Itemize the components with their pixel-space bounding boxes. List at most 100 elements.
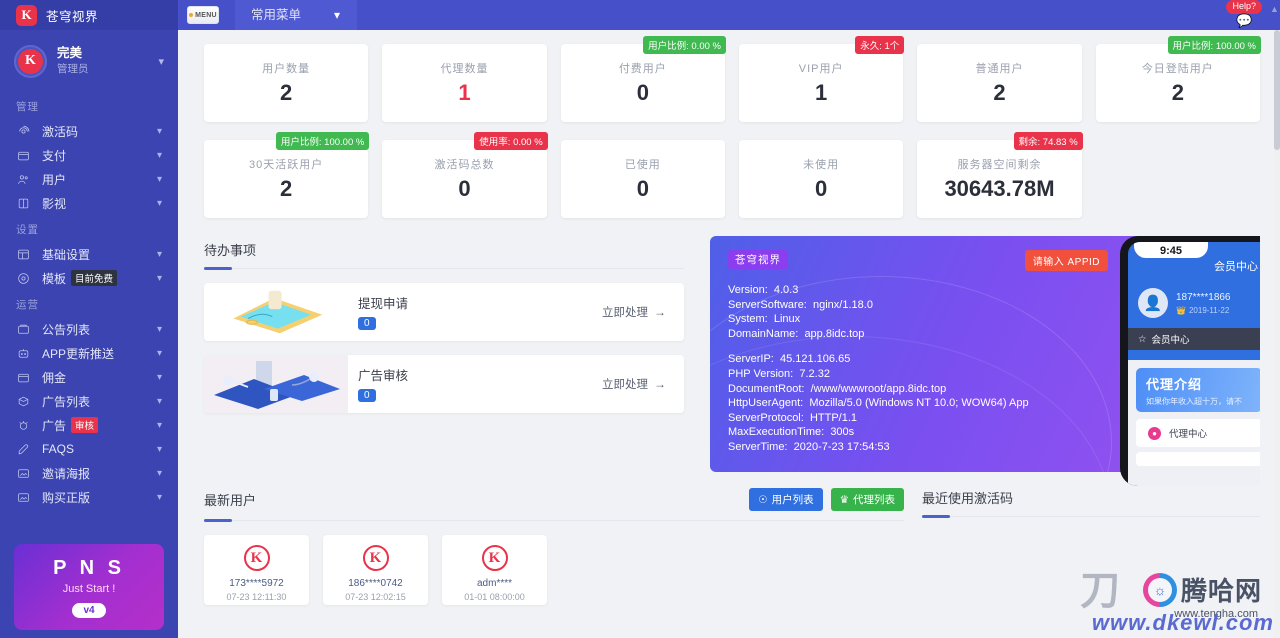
sidebar-item-2-g3[interactable]: APP更新推送▾ xyxy=(0,341,178,365)
stat-value: 1 xyxy=(458,80,470,106)
todo-action-link[interactable]: 立即处理→ xyxy=(602,304,684,320)
chevron-down-icon[interactable]: ▾ xyxy=(157,420,162,431)
server-info-line: Version: 4.0.3 xyxy=(728,283,1242,298)
server-info-gap xyxy=(728,341,1242,352)
server-info-line: DomainName: app.8idc.top xyxy=(728,327,1242,342)
stat-card[interactable]: 使用率: 0.00 %激活码总数0 xyxy=(382,140,546,218)
user-profile[interactable]: K 完美 管理员 ▾ xyxy=(0,30,178,92)
chevron-down-icon[interactable]: ▾ xyxy=(157,372,162,383)
stat-card[interactable]: 永久: 1个VIP用户1 xyxy=(739,44,903,122)
sidebar-item-5-g3[interactable]: 广告审核▾ xyxy=(0,413,178,437)
stat-card[interactable]: 已使用0 xyxy=(561,140,725,218)
tab-user-list[interactable]: ☉ 用户列表 xyxy=(749,488,822,511)
help-badge[interactable]: Help? 💬 xyxy=(1226,0,1262,29)
user-cards-list: K173****597207-23 12:11:30K186****074207… xyxy=(204,535,904,605)
profile-role: 管理员 xyxy=(57,63,89,76)
server-info-key: ServerSoftware: xyxy=(728,299,807,311)
todo-title: 提现申请 xyxy=(358,293,602,312)
server-info-line: HttpUserAgent: Mozilla/5.0 (Windows NT 1… xyxy=(728,396,1242,411)
server-info-value: 7.2.32 xyxy=(799,368,830,380)
stat-card[interactable]: 用户比例: 0.00 %付费用户0 xyxy=(561,44,725,122)
chevron-down-icon[interactable]: ▾ xyxy=(157,174,162,185)
scroll-up-icon[interactable]: ▲ xyxy=(1270,4,1278,14)
todo-action-label: 立即处理 xyxy=(602,304,648,320)
chevron-down-icon[interactable]: ▾ xyxy=(317,0,357,30)
user-card-name: 186****0742 xyxy=(348,578,403,589)
server-info-line: ServerSoftware: nginx/1.18.0 xyxy=(728,298,1242,313)
server-brand-tag: 苍穹视界 xyxy=(728,250,788,269)
chevron-down-icon[interactable]: ▾ xyxy=(158,55,164,68)
todo-title: 广告审核 xyxy=(358,365,602,384)
stat-card[interactable]: 用户数量2 xyxy=(204,44,368,122)
todo-column: 待办事项 提现申请0立即处理→广告审核0立即处理→ xyxy=(204,222,684,472)
mid-row: 待办事项 提现申请0立即处理→广告审核0立即处理→ 苍穹视界 请输入 APPID… xyxy=(204,222,1260,472)
sidebar-item-3-g3[interactable]: 佣金▾ xyxy=(0,365,178,389)
sidebar-item-1-g2[interactable]: 基础设置 ▾ xyxy=(0,242,178,266)
sidebar-item-4-g3[interactable]: 广告列表▾ xyxy=(0,389,178,413)
sidebar-item-label: 支付 xyxy=(42,147,66,164)
sidebar-item-8-g3[interactable]: 购买正版 ▾ xyxy=(0,485,178,509)
promo-subtitle: Just Start ! xyxy=(63,583,116,595)
stat-badge: 剩余: 74.83 % xyxy=(1014,132,1083,150)
content-scroll: 用户数量2代理数量1用户比例: 0.00 %付费用户0永久: 1个VIP用户1普… xyxy=(178,30,1280,638)
todo-action-link[interactable]: 立即处理→ xyxy=(602,376,684,392)
image-icon xyxy=(16,490,31,505)
user-card-time: 07-23 12:11:30 xyxy=(227,592,287,602)
todo-count-badge: 0 xyxy=(358,317,376,330)
chevron-down-icon[interactable]: ▾ xyxy=(157,273,162,284)
chevron-down-icon[interactable]: ▾ xyxy=(157,396,162,407)
sidebar-item-4-g1[interactable]: 影视▾ xyxy=(0,191,178,215)
chevron-down-icon[interactable]: ▾ xyxy=(157,348,162,359)
server-info-key: ServerTime: xyxy=(728,441,788,453)
tab-agent-list[interactable]: ♛ 代理列表 xyxy=(831,488,904,511)
user-card[interactable]: K186****074207-23 12:02:15 xyxy=(323,535,428,605)
promo-card[interactable]: P N S Just Start ! v4 xyxy=(14,544,164,630)
appid-button[interactable]: 请输入 APPID xyxy=(1025,250,1108,271)
sidebar-item-label: 基础设置 xyxy=(42,246,90,263)
chevron-down-icon[interactable]: ▾ xyxy=(157,198,162,209)
stat-value: 2 xyxy=(280,176,292,202)
chevron-down-icon[interactable]: ▾ xyxy=(157,126,162,137)
pen-icon xyxy=(16,442,31,457)
stat-card[interactable]: 未使用0 xyxy=(739,140,903,218)
sidebar-item-label: 购买正版 xyxy=(42,489,90,506)
user-card[interactable]: K173****597207-23 12:11:30 xyxy=(204,535,309,605)
stat-cards-row-2: 用户比例: 100.00 %30天活跃用户2使用率: 0.00 %激活码总数0已… xyxy=(204,140,1260,218)
stat-card[interactable]: 用户比例: 100.00 %今日登陆用户2 xyxy=(1096,44,1260,122)
sidebar-item-1-g3[interactable]: 公告列表▾ xyxy=(0,317,178,341)
avatar: K xyxy=(14,45,47,78)
brand-header[interactable]: K 苍穹视界 xyxy=(0,0,178,30)
fingerprint-icon xyxy=(16,124,31,139)
user-card-name: 173****5972 xyxy=(229,578,284,589)
stat-card[interactable]: 普通用户2 xyxy=(917,44,1081,122)
chevron-down-icon[interactable]: ▾ xyxy=(157,468,162,479)
sidebar-item-2-g1[interactable]: 支付 ▾ xyxy=(0,143,178,167)
sidebar-item-6-g3[interactable]: FAQS▾ xyxy=(0,437,178,461)
chevron-down-icon[interactable]: ▾ xyxy=(157,444,162,455)
chevron-down-icon[interactable]: ▾ xyxy=(157,249,162,260)
menu-chip-button[interactable]: MENU xyxy=(187,6,219,24)
user-card[interactable]: Kadm****01-01 08:00:00 xyxy=(442,535,547,605)
chevron-down-icon[interactable]: ▾ xyxy=(157,492,162,503)
server-info-key: DocumentRoot: xyxy=(728,383,804,395)
stat-card[interactable]: 剩余: 74.83 %服务器空间剩余30643.78M xyxy=(917,140,1081,218)
user-circle-icon: ☉ xyxy=(758,494,767,506)
stat-card[interactable]: 用户比例: 100.00 %30天活跃用户2 xyxy=(204,140,368,218)
sidebar-item-2-g2[interactable]: 模板目前免费▾ xyxy=(0,266,178,290)
chevron-down-icon[interactable]: ▾ xyxy=(157,150,162,161)
tab-common-menu[interactable]: 常用菜单 xyxy=(235,0,317,30)
tab-user-list-label: 用户列表 xyxy=(772,492,814,507)
sidebar-item-7-g3[interactable]: 邀请海报▾ xyxy=(0,461,178,485)
stat-card[interactable]: 代理数量1 xyxy=(382,44,546,122)
chevron-down-icon[interactable]: ▾ xyxy=(157,324,162,335)
server-info-value: /www/wwwroot/app.8idc.top xyxy=(811,383,947,395)
todo-card[interactable]: 提现申请 0 立即处理→ xyxy=(204,283,684,341)
vertical-scrollbar[interactable] xyxy=(1274,30,1280,638)
todo-card[interactable]: 广告审核0立即处理→ xyxy=(204,355,684,413)
help-label: Help? xyxy=(1226,0,1262,14)
scrollbar-thumb[interactable] xyxy=(1274,30,1280,150)
sidebar-nav: 管理激活码▾支付▾用户▾影视▾设置基础设置▾模板目前免费▾运营公告列表▾APP更… xyxy=(0,92,178,509)
latest-users-tabs: ☉ 用户列表 ♛ 代理列表 xyxy=(749,488,904,511)
sidebar-item-1-g1[interactable]: 激活码▾ xyxy=(0,119,178,143)
sidebar-item-3-g1[interactable]: 用户▾ xyxy=(0,167,178,191)
